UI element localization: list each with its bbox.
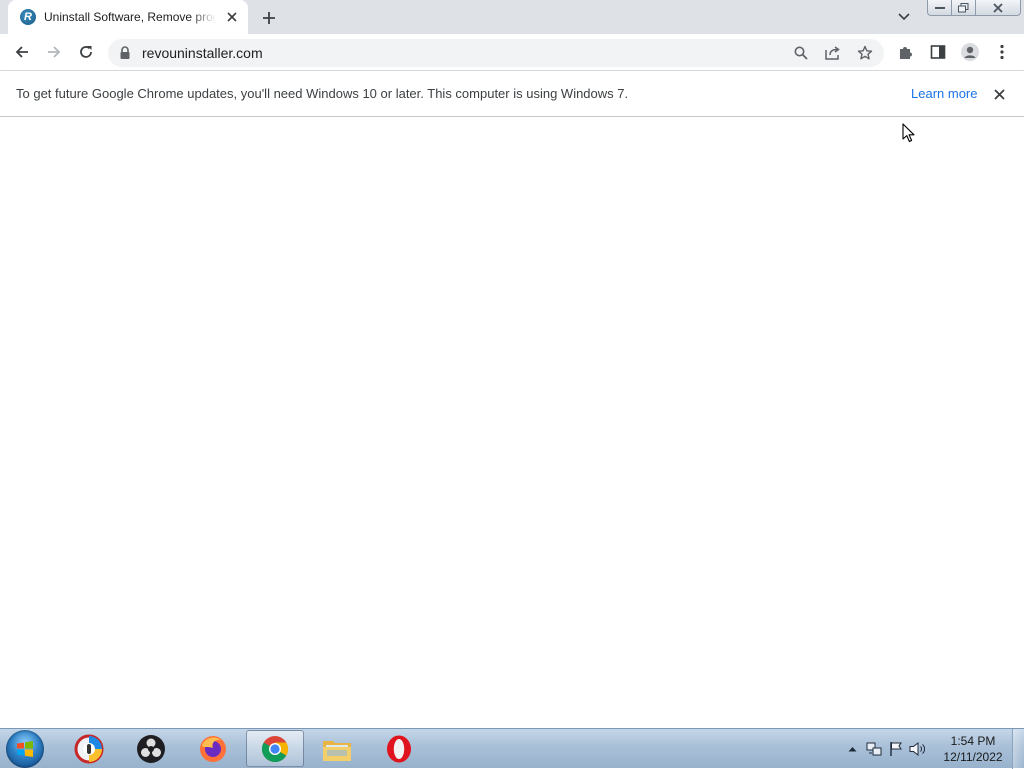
tab-close-icon[interactable]: [224, 9, 240, 25]
infobar-close-icon[interactable]: [990, 85, 1008, 103]
share-icon[interactable]: [822, 42, 844, 64]
search-icon[interactable]: [790, 42, 812, 64]
action-center-flag-icon[interactable]: [887, 740, 905, 758]
minimize-button[interactable]: [927, 0, 952, 16]
revo-favicon-icon: R: [20, 9, 36, 25]
extensions-puzzle-icon[interactable]: [892, 38, 920, 66]
forward-button[interactable]: [40, 38, 68, 66]
browser-tab[interactable]: R Uninstall Software, Remove programs: [8, 0, 248, 34]
show-desktop-button[interactable]: [1012, 729, 1024, 769]
profile-avatar-icon[interactable]: [956, 38, 984, 66]
taskbar-revo-uninstaller[interactable]: [60, 730, 118, 767]
infobar-message: To get future Google Chrome updates, you…: [16, 86, 629, 101]
network-icon[interactable]: [865, 740, 883, 758]
tab-search-chevron-icon[interactable]: [894, 8, 914, 26]
clock-time: 1:54 PM: [950, 734, 996, 748]
taskbar-file-explorer[interactable]: [308, 730, 366, 767]
new-tab-button[interactable]: [258, 7, 280, 29]
update-infobar: To get future Google Chrome updates, you…: [0, 71, 1024, 117]
volume-speaker-icon[interactable]: [909, 740, 927, 758]
start-button[interactable]: [6, 730, 44, 768]
tab-strip: R Uninstall Software, Remove programs: [0, 0, 1024, 34]
side-panel-icon[interactable]: [924, 38, 952, 66]
window-controls: [927, 0, 1021, 18]
bookmark-star-icon[interactable]: [854, 42, 876, 64]
taskbar-clock[interactable]: 1:54 PM 12/11/2022: [938, 733, 1008, 765]
mouse-pointer-icon: [902, 123, 916, 148]
tab-title: Uninstall Software, Remove programs: [44, 10, 216, 24]
url-text[interactable]: revouninstaller.com: [142, 45, 263, 61]
taskbar-opera[interactable]: [370, 730, 428, 767]
reload-button[interactable]: [72, 38, 100, 66]
clock-date: 12/11/2022: [943, 750, 1003, 764]
restore-button[interactable]: [952, 0, 976, 16]
browser-toolbar: revouninstaller.com: [0, 34, 1024, 71]
taskbar-firefox[interactable]: [184, 730, 242, 767]
taskbar-obs-studio[interactable]: [122, 730, 180, 767]
taskbar-google-chrome[interactable]: [246, 730, 304, 767]
show-hidden-icons-chevron-icon[interactable]: [843, 740, 861, 758]
lock-icon[interactable]: [119, 46, 131, 60]
system-tray: [843, 729, 927, 769]
address-bar[interactable]: revouninstaller.com: [108, 39, 884, 67]
windows-taskbar: 1:54 PM 12/11/2022: [0, 728, 1024, 769]
page-content[interactable]: [0, 117, 1024, 728]
menu-kebab-icon[interactable]: [988, 38, 1016, 66]
learn-more-link[interactable]: Learn more: [911, 86, 977, 101]
back-button[interactable]: [8, 38, 36, 66]
close-window-button[interactable]: [976, 0, 1021, 16]
